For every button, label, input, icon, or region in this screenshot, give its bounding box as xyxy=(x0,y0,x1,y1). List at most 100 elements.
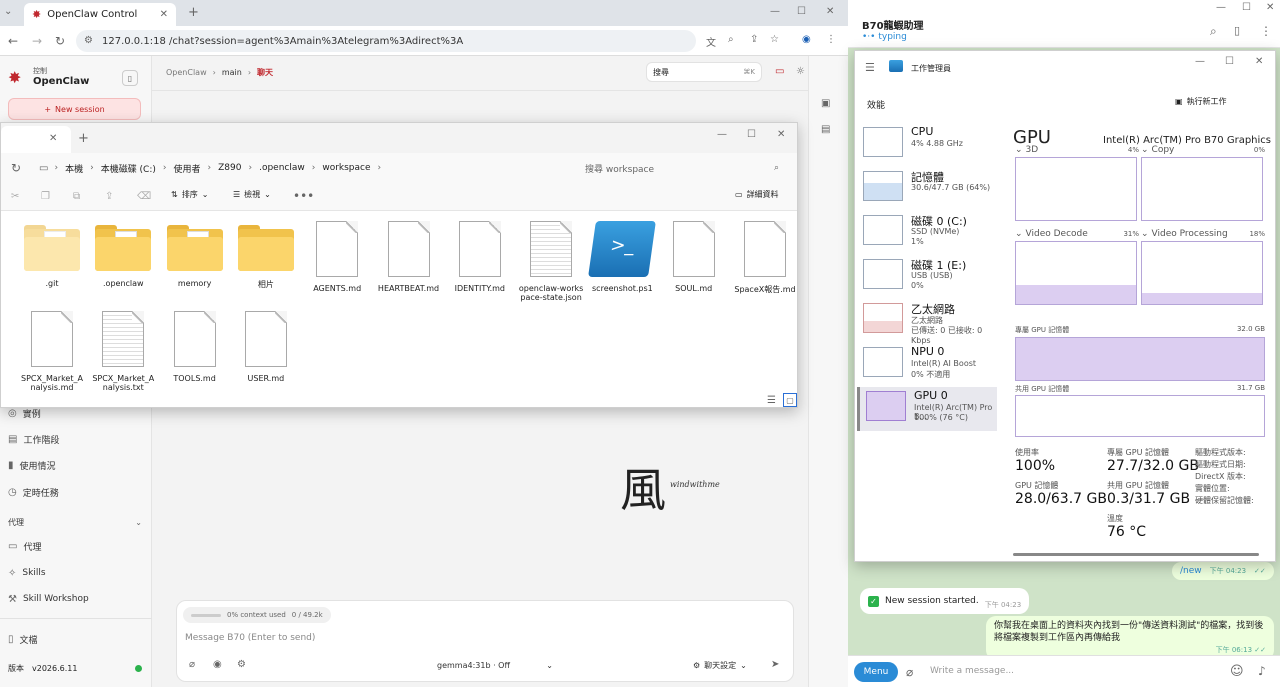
breadcrumb-item[interactable]: OpenClaw xyxy=(166,68,207,77)
perf-item[interactable]: 磁碟 1 (E:) USB (USB) 0% xyxy=(857,255,997,299)
file-item[interactable]: SpaceX報告.md xyxy=(732,221,798,307)
collapse-sidebar-icon[interactable]: ▯ xyxy=(122,70,138,86)
microphone-icon[interactable]: ♪ xyxy=(1258,664,1266,678)
new-tab-icon[interactable]: + xyxy=(188,5,199,20)
engine-label-row[interactable]: ⌄ 3D 4% xyxy=(1015,145,1139,155)
explorer-tab[interactable]: ✕ xyxy=(1,126,71,153)
telegram-message-input[interactable]: Write a message... xyxy=(930,666,1210,676)
translate-icon[interactable]: 文 xyxy=(706,34,716,49)
file-item[interactable]: >_ screenshot.ps1 xyxy=(588,221,657,307)
horizontal-scrollbar[interactable] xyxy=(1013,553,1259,556)
monitor-icon[interactable]: ▭ xyxy=(775,66,784,77)
minimize-icon[interactable]: — xyxy=(1216,2,1226,13)
tab-list-icon[interactable]: ⌄ xyxy=(4,6,12,17)
file-item[interactable]: openclaw-workspace-state.json xyxy=(518,221,584,307)
perf-item[interactable]: GPU 0 Intel(R) Arc(TM) Pro B... 100% (76 °… xyxy=(857,387,997,431)
close-window-icon[interactable]: ✕ xyxy=(777,129,785,140)
file-item[interactable]: HEARTBEAT.md xyxy=(376,221,442,307)
message-bubble-incoming[interactable]: ✓ New session started. 下午 04:23 xyxy=(860,588,1030,614)
message-bubble-outgoing[interactable]: /new 下午 04:23 ✓✓ xyxy=(1172,562,1274,580)
view-button[interactable]: ☰ 檢視 ⌄ xyxy=(233,189,271,200)
panel-icon[interactable]: ▣ xyxy=(821,98,830,109)
sidebar-toggle-icon[interactable]: ▯ xyxy=(1234,24,1240,37)
large-icons-view-icon[interactable]: ▢ xyxy=(783,393,797,407)
maximize-icon[interactable]: ☐ xyxy=(797,6,806,17)
rename-icon[interactable]: ⧉ xyxy=(73,191,80,202)
perf-item[interactable]: CPU 4% 4.88 GHz xyxy=(857,123,997,167)
more-icon[interactable]: ••• xyxy=(293,189,314,203)
engine-label-row[interactable]: ⌄ Video Decode 31% xyxy=(1015,229,1139,239)
emoji-icon[interactable]: ☺ xyxy=(1230,664,1244,679)
file-item[interactable]: memory xyxy=(162,221,228,307)
nav-item-skills[interactable]: ✧ Skills xyxy=(8,564,46,582)
perf-item[interactable]: 乙太網路 乙太網路 已傳送: 0 已接收: 0 Kbps xyxy=(857,299,997,345)
copy-icon[interactable]: ❐ xyxy=(41,191,50,202)
more-vertical-icon[interactable]: ⋮ xyxy=(1260,24,1272,38)
close-window-icon[interactable]: ✕ xyxy=(1255,56,1263,67)
zoom-icon[interactable]: ⌕ xyxy=(728,34,734,45)
perf-item[interactable]: 磁碟 0 (C:) SSD (NVMe) 1% xyxy=(857,211,997,255)
file-item[interactable]: IDENTITY.md xyxy=(447,221,513,307)
browser-tab[interactable]: ✸ OpenClaw Control ✕ xyxy=(24,3,176,26)
file-item[interactable]: USER.md xyxy=(233,311,299,397)
close-window-icon[interactable]: ✕ xyxy=(826,6,834,17)
new-session-button[interactable]: + New session xyxy=(8,98,141,120)
new-tab-icon[interactable]: + xyxy=(78,131,89,146)
document-icon[interactable]: ▤ xyxy=(821,124,830,135)
path-segment[interactable]: 本機 xyxy=(65,162,83,175)
file-item[interactable]: TOOLS.md xyxy=(162,311,228,397)
sun-icon[interactable]: ☼ xyxy=(796,66,805,77)
browser-menu-icon[interactable]: ⋮ xyxy=(826,34,836,45)
file-item[interactable]: AGENTS.md xyxy=(304,221,370,307)
delete-icon[interactable]: ⌫ xyxy=(137,191,151,202)
maximize-icon[interactable]: ☐ xyxy=(1225,56,1234,67)
path-segment[interactable]: 本機磁碟 (C:) xyxy=(101,162,156,175)
engine-label-row[interactable]: ⌄ Video Processing 18% xyxy=(1141,229,1265,239)
close-window-icon[interactable]: ✕ xyxy=(1266,2,1274,13)
details-pane-button[interactable]: ▭ 詳細資料 xyxy=(735,189,779,200)
search-icon[interactable]: ⌕ xyxy=(1210,24,1217,39)
path-segment[interactable]: 使用者 xyxy=(174,162,201,175)
chat-name[interactable]: B70龍蝦助理 xyxy=(862,17,924,32)
refresh-icon[interactable]: ↻ xyxy=(11,161,21,175)
file-item[interactable]: SPCX_Market_Analysis.md xyxy=(19,311,85,397)
file-item[interactable]: 相片 xyxy=(233,221,299,307)
maximize-icon[interactable]: ☐ xyxy=(1242,2,1251,13)
share-icon[interactable]: ⇪ xyxy=(750,34,758,45)
engine-label-row[interactable]: ⌄ Copy 0% xyxy=(1141,145,1265,155)
menu-button[interactable]: Menu xyxy=(854,662,898,682)
url-field[interactable]: ⚙ 127.0.0.1:18 /chat?session=agent%3Amai… xyxy=(76,30,696,52)
nav-item-skill-workshop[interactable]: ⚒ Skill Workshop xyxy=(8,590,89,608)
file-item[interactable]: SPCX_Market_Analysis.txt xyxy=(90,311,156,397)
bookmark-star-icon[interactable]: ☆ xyxy=(770,34,779,45)
attach-icon[interactable]: ⌀ xyxy=(189,659,195,670)
reload-icon[interactable]: ↻ xyxy=(55,34,65,48)
model-select[interactable]: gemma4:31b · Off ⌄ xyxy=(433,656,557,674)
maximize-icon[interactable]: ☐ xyxy=(747,129,756,140)
send-icon[interactable]: ➤ xyxy=(771,659,779,670)
file-item[interactable]: .openclaw xyxy=(90,221,156,307)
message-bubble-outgoing[interactable]: 你幫我在桌面上的資料夾內找到一份"傳送資料測試"的檔案，找到後將檔案複製到工作區… xyxy=(986,616,1274,660)
search-button[interactable]: 搜尋 ⌘K xyxy=(646,62,762,82)
path-segment[interactable]: .openclaw xyxy=(259,163,305,173)
perf-item[interactable]: 記憶體 30.6/47.7 GB (64%) xyxy=(857,167,997,211)
nav-item-agent[interactable]: ▭ 代理 xyxy=(8,537,41,555)
hamburger-menu-icon[interactable]: ☰ xyxy=(865,61,875,74)
nav-item-cron[interactable]: ◷ 定時任務 xyxy=(8,483,59,501)
list-view-icon[interactable]: ☰ xyxy=(767,395,776,406)
forward-icon[interactable]: → xyxy=(32,34,42,48)
sort-button[interactable]: ⇅ 排序 ⌄ xyxy=(171,189,208,200)
explorer-search-input[interactable]: 搜尋 workspace ⌕ xyxy=(577,157,787,179)
minimize-icon[interactable]: — xyxy=(1195,56,1205,67)
cut-icon[interactable]: ✂ xyxy=(11,191,19,202)
nav-item-sessions[interactable]: ▤ 工作階段 xyxy=(8,430,59,448)
site-info-icon[interactable]: ⚙ xyxy=(84,35,93,46)
file-item[interactable]: SOUL.md xyxy=(661,221,727,307)
voice-icon[interactable]: ◉ xyxy=(213,659,222,670)
back-icon[interactable]: ← xyxy=(8,34,18,48)
path-breadcrumb[interactable]: ▭ › 本機 › 本機磁碟 (C:) › 使用者 › Z890 › .openclaw ›… xyxy=(39,157,569,179)
nav-item-usage[interactable]: ▮ 使用情況 xyxy=(8,456,56,474)
attach-icon[interactable]: ⌀ xyxy=(906,665,913,679)
breadcrumb-item[interactable]: main xyxy=(222,68,242,77)
file-item[interactable]: .git xyxy=(19,221,85,307)
